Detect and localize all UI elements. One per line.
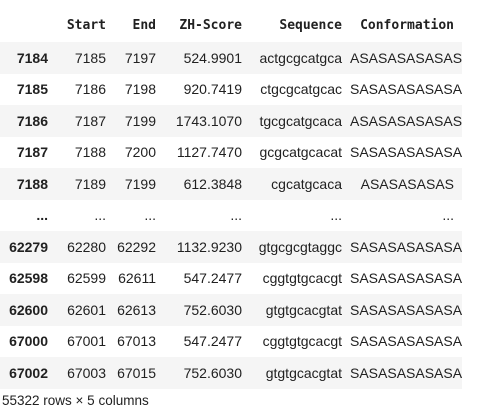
row-index: 7184 bbox=[16, 49, 48, 66]
cell-end: 7197 bbox=[124, 49, 156, 66]
cell-zh-score: 752.6030 bbox=[183, 364, 242, 381]
cell-sequence: ctgcgcatgcac bbox=[260, 81, 342, 98]
table-row: 7186 7187 7199 1743.1070 tgcgcatgcaca AS… bbox=[0, 105, 462, 137]
column-header-start: Start bbox=[56, 8, 114, 42]
table-row: 62598 62599 62611 547.2477 cggtgtgcacgt … bbox=[0, 262, 463, 294]
table-row: 7187 7188 7200 1127.7470 gcgcatgcacat SA… bbox=[0, 136, 463, 168]
cell-zh-score: 547.2477 bbox=[183, 333, 242, 350]
cell-end: 7199 bbox=[124, 175, 156, 192]
cell-sequence: cggtgtgcacgt bbox=[262, 270, 342, 287]
cell-start: 67001 bbox=[67, 333, 106, 350]
column-header-conformation: Conformation bbox=[350, 8, 462, 42]
cell-sequence: cggtgtgcacgt bbox=[262, 333, 342, 350]
cell-conformation: SASASASASASA bbox=[350, 81, 463, 98]
cell-end: 67015 bbox=[117, 364, 156, 381]
cell-conformation: SASASASASASA bbox=[350, 301, 463, 318]
header-row: Start End ZH-Score Sequence Conformation bbox=[0, 8, 462, 42]
row-index: 7188 bbox=[16, 175, 48, 192]
table-body: 7184 7185 7197 524.9901 actgcgcatgca ASA… bbox=[0, 42, 462, 389]
cell-zh-score: 524.9901 bbox=[183, 49, 242, 66]
cell-start: 7188 bbox=[74, 144, 106, 161]
cell-end: 62292 bbox=[117, 238, 156, 255]
dataframe-output: Start End ZH-Score Sequence Conformation… bbox=[0, 8, 462, 389]
cell-sequence: gtgcgcgtaggc bbox=[258, 238, 342, 255]
dataframe-table: Start End ZH-Score Sequence Conformation… bbox=[0, 8, 462, 389]
cell-conformation: ASASASASASAS bbox=[350, 49, 463, 66]
cell-zh-score: 612.3848 bbox=[183, 175, 242, 192]
table-row: 62600 62601 62613 752.6030 gtgtgcacgtat … bbox=[0, 294, 462, 326]
row-index: ... bbox=[36, 207, 48, 224]
table-row: 7184 7185 7197 524.9901 actgcgcatgca ASA… bbox=[0, 42, 462, 74]
cell-sequence: gtgtgcacgtat bbox=[265, 364, 342, 381]
cell-sequence: gcgcatgcacat bbox=[259, 144, 343, 161]
row-index: 7185 bbox=[16, 81, 48, 98]
cell-zh-score: 1743.1070 bbox=[175, 112, 242, 129]
cell-zh-score: 1132.9230 bbox=[176, 238, 242, 255]
cell-conformation: ASASASASASAS bbox=[350, 112, 463, 129]
cell-start: 7187 bbox=[74, 112, 106, 129]
cell-end: 62611 bbox=[118, 270, 156, 287]
cell-start: 62601 bbox=[67, 301, 106, 318]
cell-start: 7189 bbox=[74, 175, 106, 192]
cell-start: 7185 bbox=[74, 49, 106, 66]
cell-zh-score: 752.6030 bbox=[183, 301, 242, 318]
cell-sequence: cgcatgcaca bbox=[271, 175, 342, 192]
cell-start: ... bbox=[94, 207, 106, 224]
cell-conformation: SASASASASASA bbox=[350, 270, 463, 287]
cell-zh-score: 920.7419 bbox=[183, 81, 242, 98]
cell-conformation: SASASASASASA bbox=[350, 144, 463, 161]
row-index: 67000 bbox=[9, 333, 48, 350]
cell-conformation: SASASASASASA bbox=[350, 238, 463, 255]
cell-end: 67013 bbox=[117, 333, 156, 350]
cell-conformation: ASASASASAS bbox=[360, 175, 454, 192]
row-index: 7187 bbox=[16, 144, 48, 161]
cell-start: 7186 bbox=[74, 81, 106, 98]
cell-zh-score: 1127.7470 bbox=[176, 144, 242, 161]
dataframe-shape-summary: 55322 rows × 5 columns bbox=[2, 393, 149, 408]
cell-zh-score: 547.2477 bbox=[183, 270, 242, 287]
cell-end: 62613 bbox=[117, 301, 156, 318]
column-header-end: End bbox=[114, 8, 164, 42]
row-index: 62600 bbox=[9, 301, 48, 318]
row-index: 67002 bbox=[9, 364, 48, 381]
cell-end: 7198 bbox=[124, 81, 156, 98]
column-header-sequence: Sequence bbox=[250, 8, 350, 42]
cell-start: 62599 bbox=[67, 270, 106, 287]
cell-end: 7199 bbox=[124, 112, 156, 129]
cell-start: 67003 bbox=[67, 364, 106, 381]
cell-sequence: tgcgcatgcaca bbox=[259, 112, 343, 129]
table-row: 7185 7186 7198 920.7419 ctgcgcatgcac SAS… bbox=[0, 73, 463, 105]
cell-sequence: gtgtgcacgtat bbox=[265, 301, 342, 318]
cell-sequence: actgcgcatgca bbox=[259, 49, 343, 66]
row-index: 62279 bbox=[9, 238, 48, 255]
table-row: 62279 62280 62292 1132.9230 gtgcgcgtaggc… bbox=[0, 231, 462, 263]
table-row: 67000 67001 67013 547.2477 cggtgtgcacgt … bbox=[0, 325, 463, 357]
cell-start: 62280 bbox=[67, 238, 106, 255]
ellipsis-row: ... ... ... ... ... ... bbox=[0, 199, 462, 231]
cell-end: ... bbox=[144, 207, 156, 224]
cell-conformation: SASASASASASA bbox=[350, 333, 463, 350]
table-row: 7188 7189 7199 612.3848 cgcatgcaca ASASA… bbox=[0, 168, 462, 200]
index-header bbox=[0, 8, 56, 42]
cell-conformation: SASASASASASA bbox=[350, 364, 463, 381]
cell-conformation: ... bbox=[442, 207, 454, 224]
cell-end: 7200 bbox=[124, 144, 156, 161]
row-index: 62598 bbox=[9, 270, 48, 287]
row-index: 7186 bbox=[16, 112, 48, 129]
column-header-zh-score: ZH-Score bbox=[164, 8, 250, 42]
cell-sequence: ... bbox=[330, 207, 342, 224]
table-row: 67002 67003 67015 752.6030 gtgtgcacgtat … bbox=[0, 357, 462, 389]
cell-zh-score: ... bbox=[230, 207, 242, 224]
